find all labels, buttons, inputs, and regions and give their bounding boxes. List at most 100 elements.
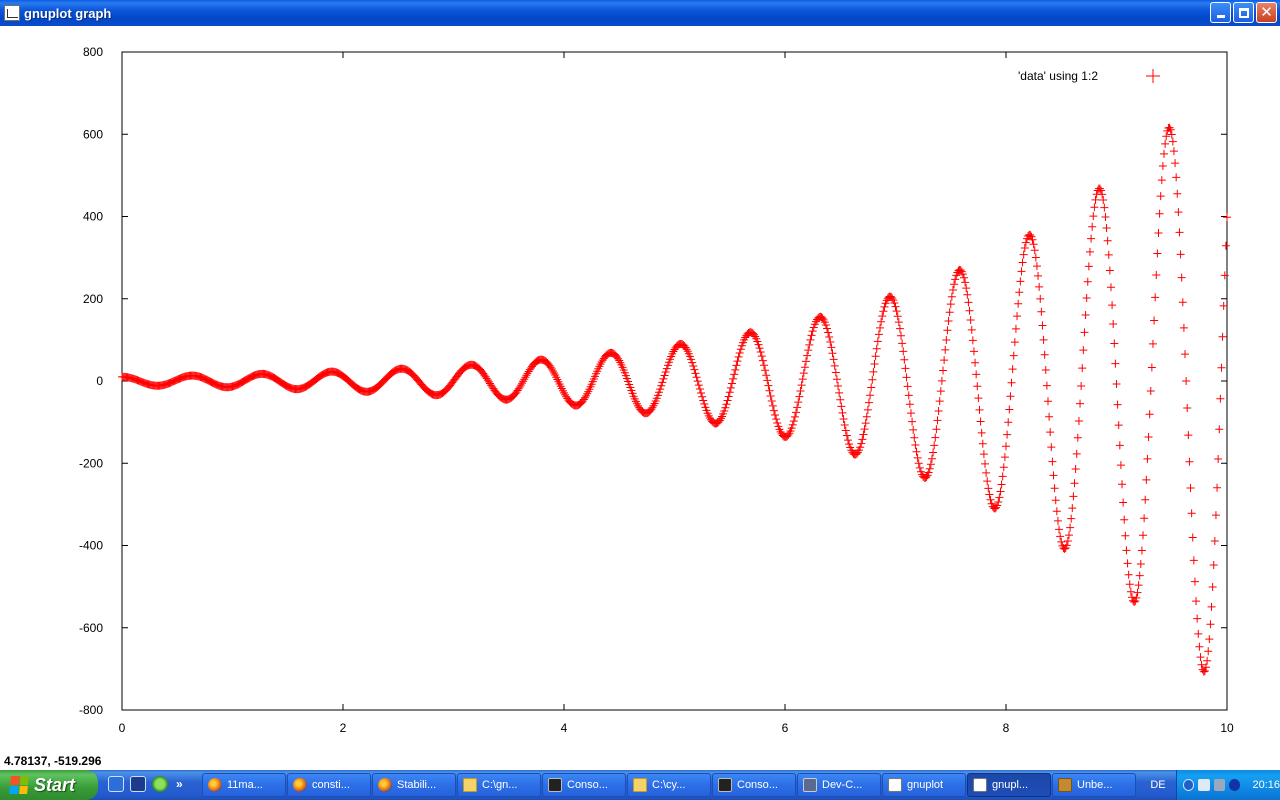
data-point <box>826 337 835 346</box>
data-point <box>828 349 837 358</box>
data-point <box>693 377 702 386</box>
data-point <box>912 447 921 456</box>
data-point <box>1087 234 1096 243</box>
green-app-icon[interactable] <box>152 776 168 792</box>
bluetooth-icon[interactable] <box>1229 779 1241 791</box>
data-point <box>1047 443 1056 452</box>
data-point <box>1042 381 1051 390</box>
data-point <box>1085 247 1094 256</box>
data-point <box>729 374 738 383</box>
data-point <box>976 417 985 426</box>
data-point <box>772 415 781 424</box>
data-point <box>869 367 878 376</box>
data-point <box>931 433 940 442</box>
data-point <box>769 406 778 415</box>
maximize-button[interactable] <box>1233 2 1254 23</box>
data-point <box>695 385 704 394</box>
taskbar-item-3[interactable]: C:\gn... <box>457 773 541 797</box>
data-point <box>831 368 840 377</box>
quick-launch-more-icon[interactable]: » <box>176 777 183 791</box>
x-tick-label: 6 <box>782 721 789 735</box>
data-point <box>485 379 494 388</box>
data-point <box>1183 404 1192 413</box>
data-point <box>838 408 847 417</box>
window-titlebar[interactable]: gnuplot graph ✕ <box>0 0 1280 26</box>
data-point <box>837 402 846 411</box>
data-point <box>1215 425 1224 434</box>
gnuplot-app-icon[interactable] <box>4 5 20 21</box>
start-button[interactable]: Start <box>0 770 98 800</box>
data-point <box>1076 399 1085 408</box>
data-point <box>967 325 976 334</box>
data-point <box>1153 249 1162 258</box>
tray-expand-icon[interactable] <box>1183 779 1195 791</box>
taskbar-item-7[interactable]: Dev-C... <box>797 773 881 797</box>
taskbar-item-1[interactable]: consti... <box>287 773 371 797</box>
taskbar-item-2[interactable]: Stabili... <box>372 773 456 797</box>
data-point <box>1188 533 1197 542</box>
data-point <box>1016 277 1025 286</box>
taskbar-item-10[interactable]: Unbe... <box>1052 773 1136 797</box>
data-point <box>1074 416 1083 425</box>
data-point <box>940 356 949 365</box>
data-point <box>789 417 798 426</box>
plot-svg[interactable]: 0 2 4 6 8 10 -800 -600 -400 -200 0 200 400 600 800 'dat… <box>0 26 1280 772</box>
data-point <box>870 360 879 369</box>
window-switcher-icon[interactable] <box>130 776 146 792</box>
data-point <box>552 373 561 382</box>
minimize-button[interactable] <box>1210 2 1231 23</box>
close-button[interactable]: ✕ <box>1256 2 1277 23</box>
plot-canvas[interactable]: 0 2 4 6 8 10 -800 -600 -400 -200 0 200 400 600 800 'dat… <box>0 26 1280 772</box>
data-point <box>1182 376 1191 385</box>
volume-icon[interactable] <box>1213 779 1226 791</box>
minimize-icon <box>1216 15 1225 18</box>
data-point <box>657 381 666 390</box>
data-point <box>824 328 833 337</box>
y-tick-label: -200 <box>79 456 103 470</box>
data-point <box>891 302 900 311</box>
show-desktop-icon[interactable] <box>108 776 124 792</box>
data-point <box>1137 546 1146 555</box>
taskbar-item-8[interactable]: gnuplot <box>882 773 966 797</box>
data-point <box>1081 310 1090 319</box>
data-point <box>1127 593 1136 602</box>
language-indicator[interactable]: DE <box>1145 776 1171 794</box>
data-point <box>1080 328 1089 337</box>
data-point <box>766 391 775 400</box>
taskbar-item-0[interactable]: 11ma... <box>202 773 286 797</box>
data-point <box>1160 149 1169 158</box>
data-point <box>969 347 978 356</box>
data-point <box>843 436 852 445</box>
data-point <box>892 307 901 316</box>
data-point <box>1112 380 1121 389</box>
taskbar-item-5[interactable]: C:\cy... <box>627 773 711 797</box>
data-point <box>830 361 839 370</box>
taskbar-item-9[interactable]: gnupl... <box>967 773 1051 797</box>
data-point <box>873 337 882 346</box>
data-point <box>518 379 527 388</box>
data-point <box>1171 159 1180 168</box>
data-point <box>1172 173 1181 182</box>
data-point <box>904 391 913 400</box>
quick-launch: » <box>108 776 183 792</box>
start-label: Start <box>34 774 76 795</box>
data-point <box>1179 323 1188 332</box>
data-point <box>1072 449 1081 458</box>
data-point <box>1140 514 1149 523</box>
data-point <box>872 344 881 353</box>
data-point <box>908 417 917 426</box>
data-point <box>794 398 803 407</box>
data-point <box>939 366 948 375</box>
data-point <box>551 371 560 380</box>
data-point <box>853 448 862 457</box>
data-point <box>982 468 991 477</box>
taskbar-item-4[interactable]: Conso... <box>542 773 626 797</box>
taskbar-item-6[interactable]: Conso... <box>712 773 796 797</box>
data-point <box>978 439 987 448</box>
data-point <box>1114 421 1123 430</box>
x-tick-label: 2 <box>340 721 347 735</box>
data-series <box>118 123 1231 676</box>
data-point <box>964 298 973 307</box>
data-point <box>1082 293 1091 302</box>
network-icon[interactable] <box>1198 779 1210 791</box>
